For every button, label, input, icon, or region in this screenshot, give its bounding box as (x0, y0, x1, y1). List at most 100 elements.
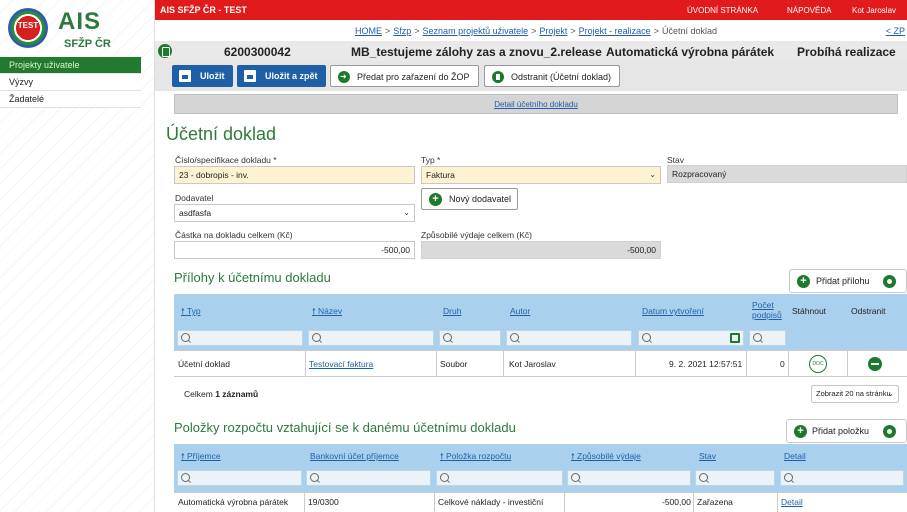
logo-badge: TEST (8, 8, 48, 48)
gear-icon[interactable] (883, 275, 896, 288)
sidebar-item-projekty[interactable]: Projekty uživatele (0, 57, 141, 74)
column-name[interactable]: 🠕 Název (312, 306, 342, 320)
project-company: Automatická výrobna párátek (606, 45, 775, 59)
logo-subtitle: SFŽP ČR (64, 38, 111, 50)
divider (174, 376, 907, 377)
divider (635, 350, 636, 376)
supplier-value: asdfasfa (179, 208, 212, 218)
add-budget-item-button[interactable]: + Přidat položku (786, 419, 907, 443)
filter-detail-input[interactable] (780, 470, 904, 486)
column-eligible-label: Způsobilé výdaje (577, 451, 641, 461)
filter-recipient-input[interactable] (177, 470, 302, 486)
add-attachment-label: Přidat přílohu (816, 276, 870, 286)
column-date[interactable]: Datum vytvoření (642, 306, 704, 316)
sidebar-nav: Projekty uživatele Výzvy Žadatelé (0, 57, 141, 108)
column-eligible[interactable]: 🠕 Způsobilé výdaje (571, 451, 641, 465)
calendar-icon[interactable] (730, 333, 740, 343)
column-budget-item[interactable]: 🠕 Položka rozpočtu (440, 451, 511, 465)
amount-input[interactable]: -500,00 (174, 241, 415, 259)
detail-bar: Detail účetního dokladu (174, 94, 898, 114)
doc-number-input[interactable]: 23 - dobropis - inv. (174, 166, 415, 184)
toolbar: Uložit Uložit a zpět Předat pro zařazení… (155, 61, 907, 91)
save-icon (179, 70, 191, 82)
column-recipient-label: Příjemce (187, 451, 221, 461)
filter-account-input[interactable] (306, 470, 431, 486)
filter-name-input[interactable] (308, 330, 434, 346)
breadcrumb-projects[interactable]: Seznam projektů uživatele (423, 26, 529, 36)
divider (693, 492, 694, 512)
column-author[interactable]: Autor (510, 306, 530, 316)
sidebar-item-vyzvy[interactable]: Výzvy (0, 74, 141, 91)
attachments-total: Celkem 1 záznamů (184, 389, 258, 399)
plus-icon: + (429, 193, 442, 206)
back-link[interactable]: < ZP (886, 26, 905, 36)
project-header: 6200300042 MB_testujeme zálohy zas a zno… (155, 41, 907, 61)
type-value: Faktura (426, 170, 455, 180)
save-back-button[interactable]: Uložit a zpět (237, 65, 326, 87)
divider (434, 492, 435, 512)
column-state[interactable]: Stav (699, 451, 716, 461)
column-remove: Odstranit (851, 306, 886, 316)
home-link[interactable]: ÚVODNÍ STRÁNKA (687, 6, 758, 15)
column-kind[interactable]: Druh (443, 306, 461, 316)
type-select[interactable]: Faktura ⌄ (421, 166, 661, 184)
breadcrumb-sfzp[interactable]: Sfzp (393, 26, 411, 36)
logo-name: AIS (58, 8, 102, 35)
sidebar-item-zadatele[interactable]: Žadatelé (0, 91, 141, 108)
detail-link[interactable]: Detail účetního dokladu (494, 100, 578, 109)
logo-badge-text: TEST (17, 21, 39, 30)
column-recipient[interactable]: 🠕 Příjemce (181, 451, 221, 465)
help-link[interactable]: NÁPOVĚDA (787, 6, 831, 15)
supplier-label: Dodavatel (175, 193, 214, 203)
divider (305, 350, 306, 376)
app-logo[interactable]: TEST AIS SFŽP ČR (8, 8, 148, 52)
column-type[interactable]: 🠕 Typ (181, 306, 201, 320)
column-name-label: Název (318, 306, 343, 316)
column-budget-item-label: Položka rozpočtu (446, 451, 512, 461)
row-date: 9. 2. 2021 12:57:51 (669, 359, 743, 369)
column-type-label: Typ (186, 306, 201, 316)
breadcrumb-home[interactable]: HOME (355, 26, 382, 36)
new-supplier-button[interactable]: + Nový dodavatel (421, 188, 518, 210)
trash-icon (492, 71, 504, 83)
filter-state-input[interactable] (695, 470, 775, 486)
column-download: Stáhnout (792, 306, 827, 316)
row-author: Kot Jaroslav (509, 359, 556, 369)
column-detail[interactable]: Detail (784, 451, 806, 461)
add-budget-item-label: Přidat položku (812, 426, 870, 436)
filter-signatures-input[interactable] (749, 330, 786, 346)
save-icon (244, 70, 256, 82)
breadcrumb-project[interactable]: Projekt (539, 26, 567, 36)
save-back-button-label: Uložit a zpět (265, 71, 318, 81)
gear-icon[interactable] (883, 425, 896, 438)
row-recipient: Automatická výrobna párátek (178, 497, 289, 507)
user-link[interactable]: Kot Jaroslav (852, 6, 896, 15)
row-name-link[interactable]: Testovací faktura (309, 359, 373, 369)
delete-document-button[interactable]: Odstranit (Účetní doklad) (484, 65, 621, 87)
page-size-select[interactable]: Zobrazit 20 na stránku ⌄ (811, 385, 899, 403)
filter-budget-item-input[interactable] (436, 470, 563, 486)
filter-eligible-input[interactable] (567, 470, 691, 486)
add-attachment-button[interactable]: + Přidat přílohu (789, 269, 907, 293)
breadcrumb-realization[interactable]: Projekt - realizace (579, 26, 651, 36)
save-button[interactable]: Uložit (172, 65, 233, 87)
amount-label: Částka na dokladu celkem (Kč) (175, 230, 293, 240)
column-signatures[interactable]: Počet podpisů (752, 300, 786, 320)
app-name: AIS SFŽP ČR - TEST (160, 5, 247, 15)
filter-author-input[interactable] (506, 330, 632, 346)
supplier-select[interactable]: asdfasfa ⌄ (174, 204, 415, 222)
download-doc-icon[interactable]: DOC (809, 355, 827, 373)
doc-number-label: Číslo/specifikace dokladu * (175, 155, 277, 165)
remove-icon[interactable] (868, 357, 882, 371)
top-bar: AIS SFŽP ČR - TEST ÚVODNÍ STRÁNKA NÁPOVĚ… (155, 0, 907, 20)
row-detail-link[interactable]: Detail (781, 497, 803, 507)
chevron-down-icon: ⌄ (887, 389, 894, 398)
filter-type-input[interactable] (177, 330, 303, 346)
row-budget-item: Celkové náklady - investiční (438, 497, 544, 507)
submit-button-label: Předat pro zařazení do ŽOP (357, 72, 470, 82)
total-prefix: Celkem (184, 389, 213, 399)
filter-date-input[interactable] (638, 330, 744, 346)
column-account[interactable]: Bankovní účet příjemce (310, 451, 399, 461)
submit-button[interactable]: Předat pro zařazení do ŽOP (330, 65, 479, 88)
filter-kind-input[interactable] (439, 330, 501, 346)
